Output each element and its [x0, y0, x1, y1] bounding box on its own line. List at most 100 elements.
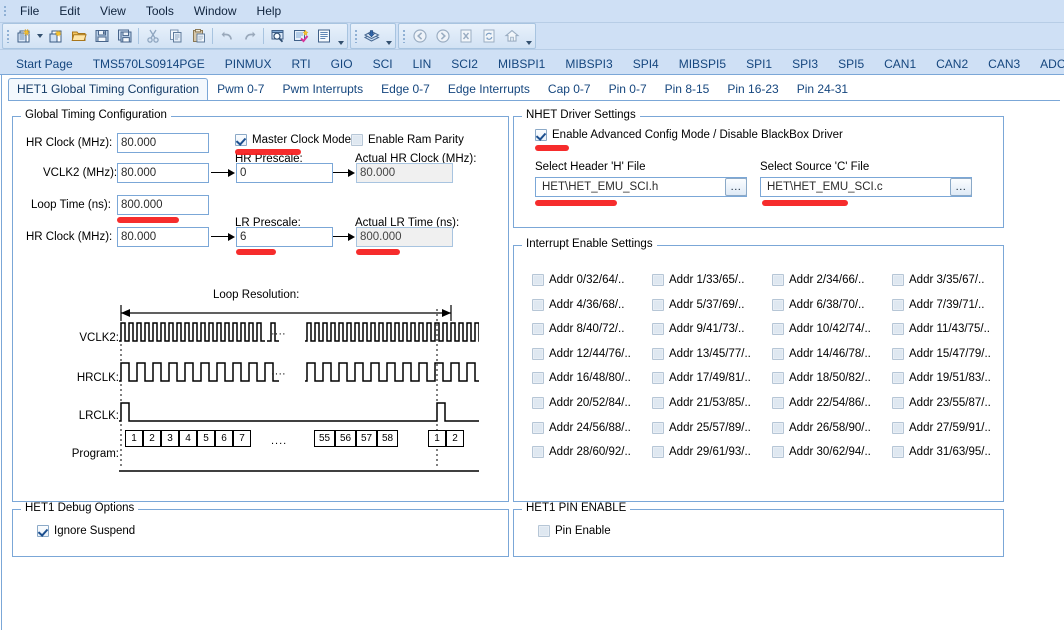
- refresh-icon[interactable]: [477, 25, 500, 48]
- doc-tab-can1[interactable]: CAN1: [874, 52, 926, 76]
- tab-het1-global-timing-configuration[interactable]: HET1 Global Timing Configuration: [8, 78, 209, 100]
- interrupt-enable-checkbox[interactable]: Addr 22/54/86/..: [772, 397, 871, 409]
- paste-icon[interactable]: [187, 25, 210, 48]
- interrupt-enable-checkbox[interactable]: Addr 6/38/70/..: [772, 298, 864, 311]
- tab-pwm-0-7[interactable]: Pwm 0-7: [208, 78, 273, 100]
- interrupt-enable-checkbox[interactable]: Addr 4/36/68/..: [532, 298, 624, 311]
- doc-tab-tms570ls0914pge[interactable]: TMS570LS0914PGE: [83, 52, 215, 76]
- tab-edge-0-7[interactable]: Edge 0-7: [372, 78, 439, 100]
- master-clock-mode-checkbox[interactable]: Master Clock Mode: [235, 134, 351, 146]
- tab-pwm-interrupts[interactable]: Pwm Interrupts: [273, 78, 372, 100]
- hr-clock-2-input[interactable]: 80.000: [117, 227, 209, 247]
- new-dropdown-arrow[interactable]: [35, 26, 44, 46]
- home-icon[interactable]: [500, 25, 523, 48]
- browse-source-file-button[interactable]: ...: [950, 178, 972, 196]
- interrupt-enable-checkbox[interactable]: Addr 15/47/79/..: [892, 347, 991, 360]
- new-file-icon[interactable]: [12, 25, 35, 48]
- interrupt-enable-checkbox[interactable]: Addr 10/42/74/..: [772, 323, 871, 336]
- lr-prescale-input[interactable]: 6: [236, 227, 333, 247]
- doc-tab-adc1[interactable]: ADC1: [1030, 52, 1064, 76]
- menu-item-file[interactable]: File: [10, 2, 49, 20]
- interrupt-enable-checkbox[interactable]: Addr 25/57/89/..: [652, 421, 751, 434]
- toolbar-grip-handle[interactable]: [352, 27, 360, 45]
- toolbar-grip-handle[interactable]: [4, 27, 12, 45]
- ignore-suspend-checkbox[interactable]: Ignore Suspend: [37, 525, 135, 537]
- doc-tab-can3[interactable]: CAN3: [978, 52, 1030, 76]
- menu-item-tools[interactable]: Tools: [136, 2, 184, 20]
- interrupt-enable-checkbox[interactable]: Addr 23/55/87/..: [892, 397, 991, 409]
- interrupt-enable-checkbox[interactable]: Addr 29/61/93/..: [652, 446, 751, 459]
- interrupt-enable-checkbox[interactable]: Addr 17/49/81/..: [652, 372, 751, 385]
- doc-tab-rti[interactable]: RTI: [281, 52, 320, 76]
- tab-pin-16-23[interactable]: Pin 16-23: [718, 78, 787, 100]
- menu-item-edit[interactable]: Edit: [49, 2, 90, 20]
- interrupt-enable-checkbox[interactable]: Addr 27/59/91/..: [892, 421, 991, 434]
- interrupt-enable-checkbox[interactable]: Addr 16/48/80/..: [532, 372, 631, 385]
- undo-icon[interactable]: [215, 25, 238, 48]
- interrupt-enable-checkbox[interactable]: Addr 9/41/73/..: [652, 323, 744, 336]
- interrupt-enable-checkbox[interactable]: Addr 11/43/75/..: [892, 323, 990, 336]
- source-file-input[interactable]: HET\HET_EMU_SCI.c: [760, 177, 972, 197]
- interrupt-enable-checkbox[interactable]: Addr 7/39/71/..: [892, 298, 984, 311]
- doc-tab-pinmux[interactable]: PINMUX: [215, 52, 282, 76]
- interrupt-enable-checkbox[interactable]: Addr 0/32/64/..: [532, 274, 624, 286]
- hr-clock-input[interactable]: 80.000: [117, 133, 209, 153]
- open-folder-icon[interactable]: [67, 25, 90, 48]
- pin-enable-checkbox[interactable]: Pin Enable: [538, 525, 611, 537]
- interrupt-enable-checkbox[interactable]: Addr 31/63/95/..: [892, 446, 991, 459]
- back-icon[interactable]: [408, 25, 431, 48]
- menu-item-view[interactable]: View: [90, 2, 136, 20]
- menu-item-window[interactable]: Window: [184, 2, 247, 20]
- doc-tab-spi5[interactable]: SPI5: [828, 52, 874, 76]
- interrupt-enable-checkbox[interactable]: Addr 3/35/67/..: [892, 274, 984, 286]
- cut-icon[interactable]: [141, 25, 164, 48]
- tab-cap-0-7[interactable]: Cap 0-7: [539, 78, 600, 100]
- toolbar-overflow-arrow[interactable]: [383, 25, 394, 47]
- enable-advanced-config-checkbox[interactable]: Enable Advanced Config Mode / Disable Bl…: [535, 129, 843, 141]
- generate-code-icon[interactable]: [360, 25, 383, 48]
- interrupt-enable-checkbox[interactable]: Addr 2/34/66/..: [772, 274, 864, 286]
- interrupt-enable-checkbox[interactable]: Addr 8/40/72/..: [532, 323, 624, 336]
- browse-header-file-button[interactable]: ...: [725, 178, 747, 196]
- interrupt-enable-checkbox[interactable]: Addr 28/60/92/..: [532, 446, 631, 459]
- doc-tab-can2[interactable]: CAN2: [926, 52, 978, 76]
- tab-pin-0-7[interactable]: Pin 0-7: [600, 78, 656, 100]
- enable-ram-parity-checkbox[interactable]: Enable Ram Parity: [351, 134, 464, 146]
- hr-prescale-input[interactable]: 0: [236, 163, 333, 183]
- vclk2-input[interactable]: 80.000: [117, 163, 209, 183]
- new-folder-icon[interactable]: [44, 25, 67, 48]
- interrupt-enable-checkbox[interactable]: Addr 18/50/82/..: [772, 372, 871, 385]
- doc-tab-sci[interactable]: SCI: [363, 52, 403, 76]
- validate-icon[interactable]: [289, 25, 312, 48]
- forward-icon[interactable]: [431, 25, 454, 48]
- doc-tab-sci2[interactable]: SCI2: [441, 52, 488, 76]
- interrupt-enable-checkbox[interactable]: Addr 24/56/88/..: [532, 421, 631, 434]
- tab-edge-interrupts[interactable]: Edge Interrupts: [439, 78, 539, 100]
- copy-icon[interactable]: [164, 25, 187, 48]
- interrupt-enable-checkbox[interactable]: Addr 30/62/94/..: [772, 446, 871, 459]
- doc-tab-start-page[interactable]: Start Page: [6, 52, 83, 76]
- interrupt-enable-checkbox[interactable]: Addr 26/58/90/..: [772, 421, 871, 434]
- header-file-input[interactable]: HET\HET_EMU_SCI.h: [535, 177, 747, 197]
- properties-icon[interactable]: [312, 25, 335, 48]
- doc-tab-lin[interactable]: LIN: [403, 52, 442, 76]
- menu-item-help[interactable]: Help: [247, 2, 292, 20]
- doc-tab-gio[interactable]: GIO: [321, 52, 363, 76]
- interrupt-enable-checkbox[interactable]: Addr 19/51/83/..: [892, 372, 991, 385]
- interrupt-enable-checkbox[interactable]: Addr 1/33/65/..: [652, 274, 744, 286]
- interrupt-enable-checkbox[interactable]: Addr 13/45/77/..: [652, 347, 751, 360]
- save-icon[interactable]: [90, 25, 113, 48]
- doc-tab-mibspi5[interactable]: MIBSPI5: [669, 52, 736, 76]
- interrupt-enable-checkbox[interactable]: Addr 14/46/78/..: [772, 347, 871, 360]
- doc-tab-spi1[interactable]: SPI1: [736, 52, 782, 76]
- doc-tab-mibspi3[interactable]: MIBSPI3: [555, 52, 622, 76]
- stop-icon[interactable]: [454, 25, 477, 48]
- tab-pin-24-31[interactable]: Pin 24-31: [788, 78, 857, 100]
- toolbar-overflow-arrow[interactable]: [335, 25, 346, 47]
- toolbar-overflow-arrow[interactable]: [523, 25, 534, 47]
- interrupt-enable-checkbox[interactable]: Addr 20/52/84/..: [532, 397, 631, 409]
- doc-tab-spi3[interactable]: SPI3: [782, 52, 828, 76]
- interrupt-enable-checkbox[interactable]: Addr 5/37/69/..: [652, 298, 744, 311]
- interrupt-enable-checkbox[interactable]: Addr 12/44/76/..: [532, 347, 631, 360]
- redo-icon[interactable]: [238, 25, 261, 48]
